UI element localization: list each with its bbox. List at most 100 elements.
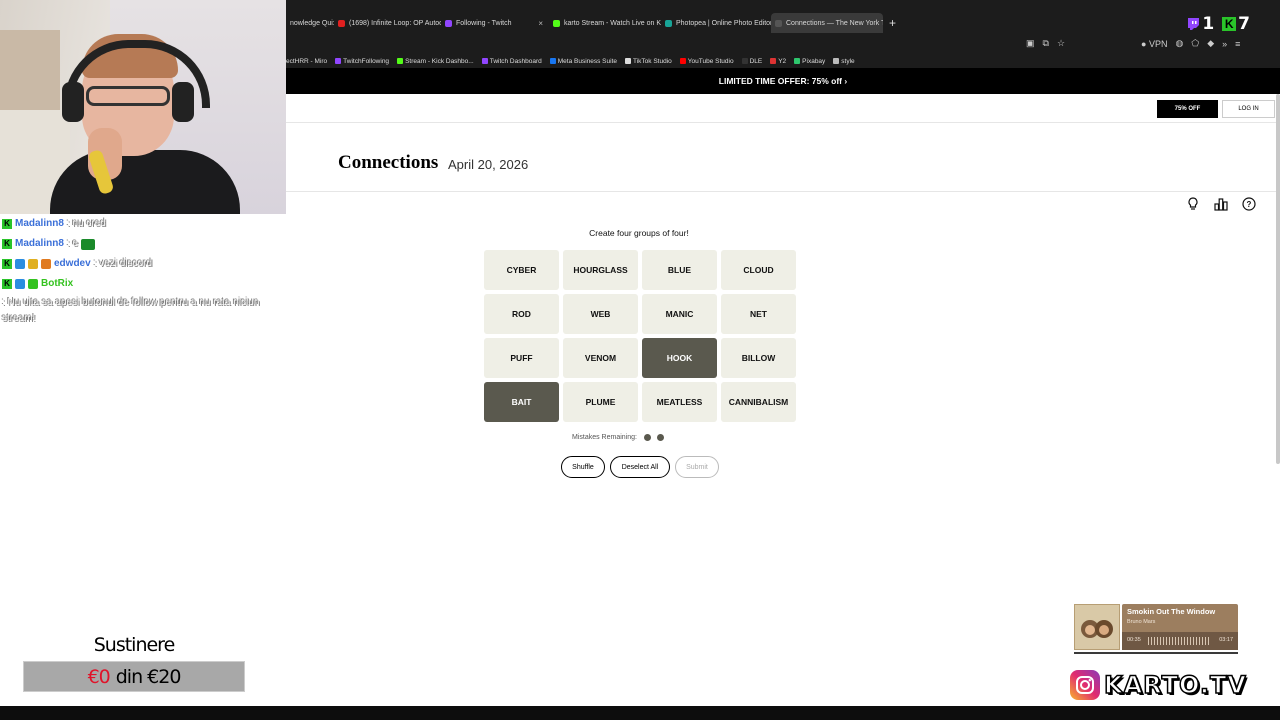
word-tile[interactable]: HOOK [642, 338, 717, 378]
kick-extension-icon[interactable]: K 7 [1222, 14, 1250, 34]
bookmark-item[interactable]: TikTok Studio [625, 58, 672, 65]
time-elapsed: 00:35 [1127, 637, 1141, 643]
track-title: Smokin Out The Window [1127, 607, 1216, 616]
album-art [1074, 604, 1120, 650]
bookmark-favicon-icon [770, 58, 777, 64]
word-tile[interactable]: MANIC [642, 294, 717, 334]
webcam-feed [0, 0, 286, 214]
tab-label: Connections — The New York T [786, 19, 883, 27]
chat-message: K BotRix: Nu uita sa apesi butonul de fol… [2, 276, 286, 327]
chat-text: : e [66, 238, 79, 249]
browser-tab[interactable]: Following - Twitch × [441, 13, 549, 33]
offer-button[interactable]: 75% OFF [1157, 100, 1218, 118]
tab-label: karto Stream - Watch Live on K [564, 19, 661, 27]
shuffle-button[interactable]: Shuffle [561, 456, 605, 478]
word-tile[interactable]: NET [721, 294, 796, 334]
toolbar: ? [1185, 196, 1256, 211]
word-tile[interactable]: BILLOW [721, 338, 796, 378]
vpn-badge[interactable]: ● VPN [1141, 39, 1167, 49]
puzzle-icon[interactable]: ⬠ [1191, 38, 1199, 49]
submit-button[interactable]: Submit [675, 456, 719, 478]
support-current: €0 [87, 665, 111, 688]
bookmark-item[interactable]: Stream - Kick Dashbo... [397, 58, 474, 65]
bookmark-label: Stream - Kick Dashbo... [405, 57, 474, 65]
browser-tab[interactable]: Connections — The New York T× [771, 13, 883, 33]
kick-badge-icon: K [2, 239, 12, 249]
support-goal: din €20 [115, 665, 182, 688]
hint-bulb-icon[interactable] [1185, 196, 1200, 211]
tab-label: nowledge Qui: [290, 19, 334, 27]
bookmark-favicon-icon [794, 58, 801, 64]
kick-badge-icon: K [2, 279, 12, 289]
bookmark-item[interactable]: TwitchFollowing [335, 58, 389, 65]
tab-label: Photopea | Online Photo Editor [676, 19, 771, 27]
wallet-icon[interactable]: ◆ [1207, 38, 1214, 49]
bookmark-item[interactable]: Twitch Dashboard [481, 58, 542, 65]
brand-watermark: KARTO.TV [1070, 670, 1247, 700]
word-tile[interactable]: HOURGLASS [563, 250, 638, 290]
word-tile[interactable]: CLOUD [721, 250, 796, 290]
page-scrollbar[interactable] [1276, 94, 1280, 464]
bookmark-favicon-icon [481, 58, 488, 64]
bookmark-star-icon[interactable]: ☆ [1057, 38, 1065, 49]
translate-icon[interactable]: ⧉ [1043, 38, 1049, 49]
word-tile[interactable]: PLUME [563, 382, 638, 422]
extension-icon[interactable]: ◍ [1176, 38, 1184, 49]
headphones-ear-right [172, 82, 194, 122]
glasses [86, 86, 170, 106]
kick-logo-icon: K [1222, 17, 1237, 31]
word-tile[interactable]: CANNIBALISM [721, 382, 796, 422]
bottom-bar [0, 706, 1280, 720]
menu-icon[interactable]: ≡ [1235, 39, 1240, 49]
track-artist: Bruno Mars [1127, 619, 1156, 625]
instructions: Create four groups of four! [589, 228, 689, 238]
word-tile[interactable]: BLUE [642, 250, 717, 290]
browser-tab[interactable]: Photopea | Online Photo Editor× [661, 13, 771, 33]
chat-username: Madalinn8 [15, 218, 64, 229]
browser-tab[interactable]: (1698) Infinite Loop: OP Autoca× [334, 13, 441, 33]
word-tile[interactable]: VENOM [563, 338, 638, 378]
word-tile[interactable]: BAIT [484, 382, 559, 422]
track-panel: Smokin Out The Window Bruno Mars 00:35 0… [1122, 604, 1238, 650]
browser-tab[interactable]: karto Stream - Watch Live on K× [549, 13, 661, 33]
bookmark-label: TikTok Studio [633, 57, 672, 65]
mistakes-remaining: Mistakes Remaining: [572, 434, 664, 441]
word-tile[interactable]: CYBER [484, 250, 559, 290]
word-tile[interactable]: WEB [563, 294, 638, 334]
stats-icon[interactable] [1213, 196, 1228, 211]
mistake-dots [643, 434, 664, 441]
chevrons-icon[interactable]: » [1222, 39, 1227, 49]
word-tile[interactable]: ROD [484, 294, 559, 334]
tab-close-icon[interactable]: × [534, 19, 543, 28]
divider [286, 191, 1280, 192]
login-button[interactable]: LOG IN [1222, 100, 1275, 118]
bookmark-item[interactable]: DLE [741, 58, 762, 65]
offer-banner[interactable]: LIMITED TIME OFFER: 75% off › [286, 68, 1280, 94]
bookmark-item[interactable]: YouTube Studio [679, 58, 734, 65]
word-tile[interactable]: PUFF [484, 338, 559, 378]
chat-badge-icon [28, 259, 38, 269]
bookmark-item[interactable]: Meta Business Suite [549, 57, 617, 65]
stream-chat: K Madalinn8: nu cred K Madalinn8: e Kedwdev:… [2, 216, 286, 331]
deselect-all-button[interactable]: Deselect All [610, 456, 670, 478]
new-tab-button[interactable]: + [889, 16, 896, 30]
bookmark-label: Pixabay [802, 57, 826, 65]
vpn-dot-icon: ● [1141, 38, 1147, 49]
word-tile[interactable]: MEATLESS [642, 382, 717, 422]
bookmark-item[interactable]: style [833, 58, 855, 65]
bookmark-item[interactable]: Pixabay [794, 58, 825, 65]
bookmark-item[interactable]: ectHRR - Miro [286, 58, 327, 65]
help-icon[interactable]: ? [1241, 196, 1256, 211]
bookmark-label: TwitchFollowing [343, 57, 390, 65]
bookmark-item[interactable]: Y2 [770, 58, 786, 65]
mistake-dot [643, 434, 651, 441]
progress-line [1074, 652, 1238, 654]
browser-tab[interactable]: nowledge Qui:× [286, 13, 334, 33]
instagram-icon [1070, 670, 1100, 700]
bookmark-label: Meta Business Suite [557, 57, 617, 65]
chat-username: BotRix [41, 278, 74, 289]
header-buttons: 75% OFF LOG IN [1157, 100, 1275, 118]
now-playing-widget: Smokin Out The Window Bruno Mars 00:35 0… [1074, 604, 1238, 654]
twitch-extension-icon[interactable]: 1 [1186, 14, 1214, 34]
screenshot-icon[interactable]: ▣ [1026, 38, 1035, 49]
